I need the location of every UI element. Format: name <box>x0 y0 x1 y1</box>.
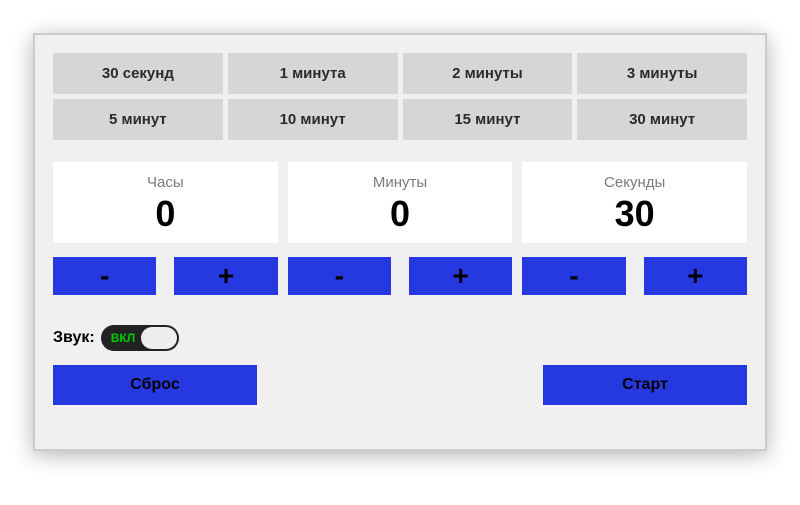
sound-row: Звук: ВКЛ <box>53 325 747 351</box>
hours-unit: Часы 0 - + <box>53 162 278 295</box>
seconds-controls: - + <box>522 257 747 295</box>
seconds-minus-button[interactable]: - <box>522 257 625 295</box>
reset-button[interactable]: Сброс <box>53 365 257 405</box>
preset-30min-button[interactable]: 30 минут <box>577 99 747 140</box>
seconds-unit: Секунды 30 - + <box>522 162 747 295</box>
seconds-display: Секунды 30 <box>522 162 747 243</box>
hours-minus-button[interactable]: - <box>53 257 156 295</box>
action-row: Сброс Старт <box>53 365 747 405</box>
hours-display: Часы 0 <box>53 162 278 243</box>
minutes-value: 0 <box>288 193 513 235</box>
seconds-value: 30 <box>522 193 747 235</box>
minutes-minus-button[interactable]: - <box>288 257 391 295</box>
minutes-plus-button[interactable]: + <box>409 257 512 295</box>
start-button[interactable]: Старт <box>543 365 747 405</box>
hours-label: Часы <box>53 174 278 191</box>
minutes-controls: - + <box>288 257 513 295</box>
hours-controls: - + <box>53 257 278 295</box>
seconds-plus-button[interactable]: + <box>644 257 747 295</box>
sound-toggle-knob <box>141 327 177 349</box>
sound-toggle-state: ВКЛ <box>111 331 135 345</box>
preset-15min-button[interactable]: 15 минут <box>403 99 573 140</box>
preset-1min-button[interactable]: 1 минута <box>228 53 398 94</box>
time-units-row: Часы 0 - + Минуты 0 - + Секунды 30 <box>53 162 747 295</box>
minutes-unit: Минуты 0 - + <box>288 162 513 295</box>
hours-plus-button[interactable]: + <box>174 257 277 295</box>
preset-2min-button[interactable]: 2 минуты <box>403 53 573 94</box>
minutes-display: Минуты 0 <box>288 162 513 243</box>
minutes-label: Минуты <box>288 174 513 191</box>
hours-value: 0 <box>53 193 278 235</box>
preset-30sec-button[interactable]: 30 секунд <box>53 53 223 94</box>
preset-5min-button[interactable]: 5 минут <box>53 99 223 140</box>
sound-toggle[interactable]: ВКЛ <box>101 325 179 351</box>
presets-grid: 30 секунд 1 минута 2 минуты 3 минуты 5 м… <box>53 53 747 140</box>
sound-label: Звук: <box>53 329 95 347</box>
preset-3min-button[interactable]: 3 минуты <box>577 53 747 94</box>
timer-panel: 30 секунд 1 минута 2 минуты 3 минуты 5 м… <box>33 33 767 451</box>
seconds-label: Секунды <box>522 174 747 191</box>
preset-10min-button[interactable]: 10 минут <box>228 99 398 140</box>
